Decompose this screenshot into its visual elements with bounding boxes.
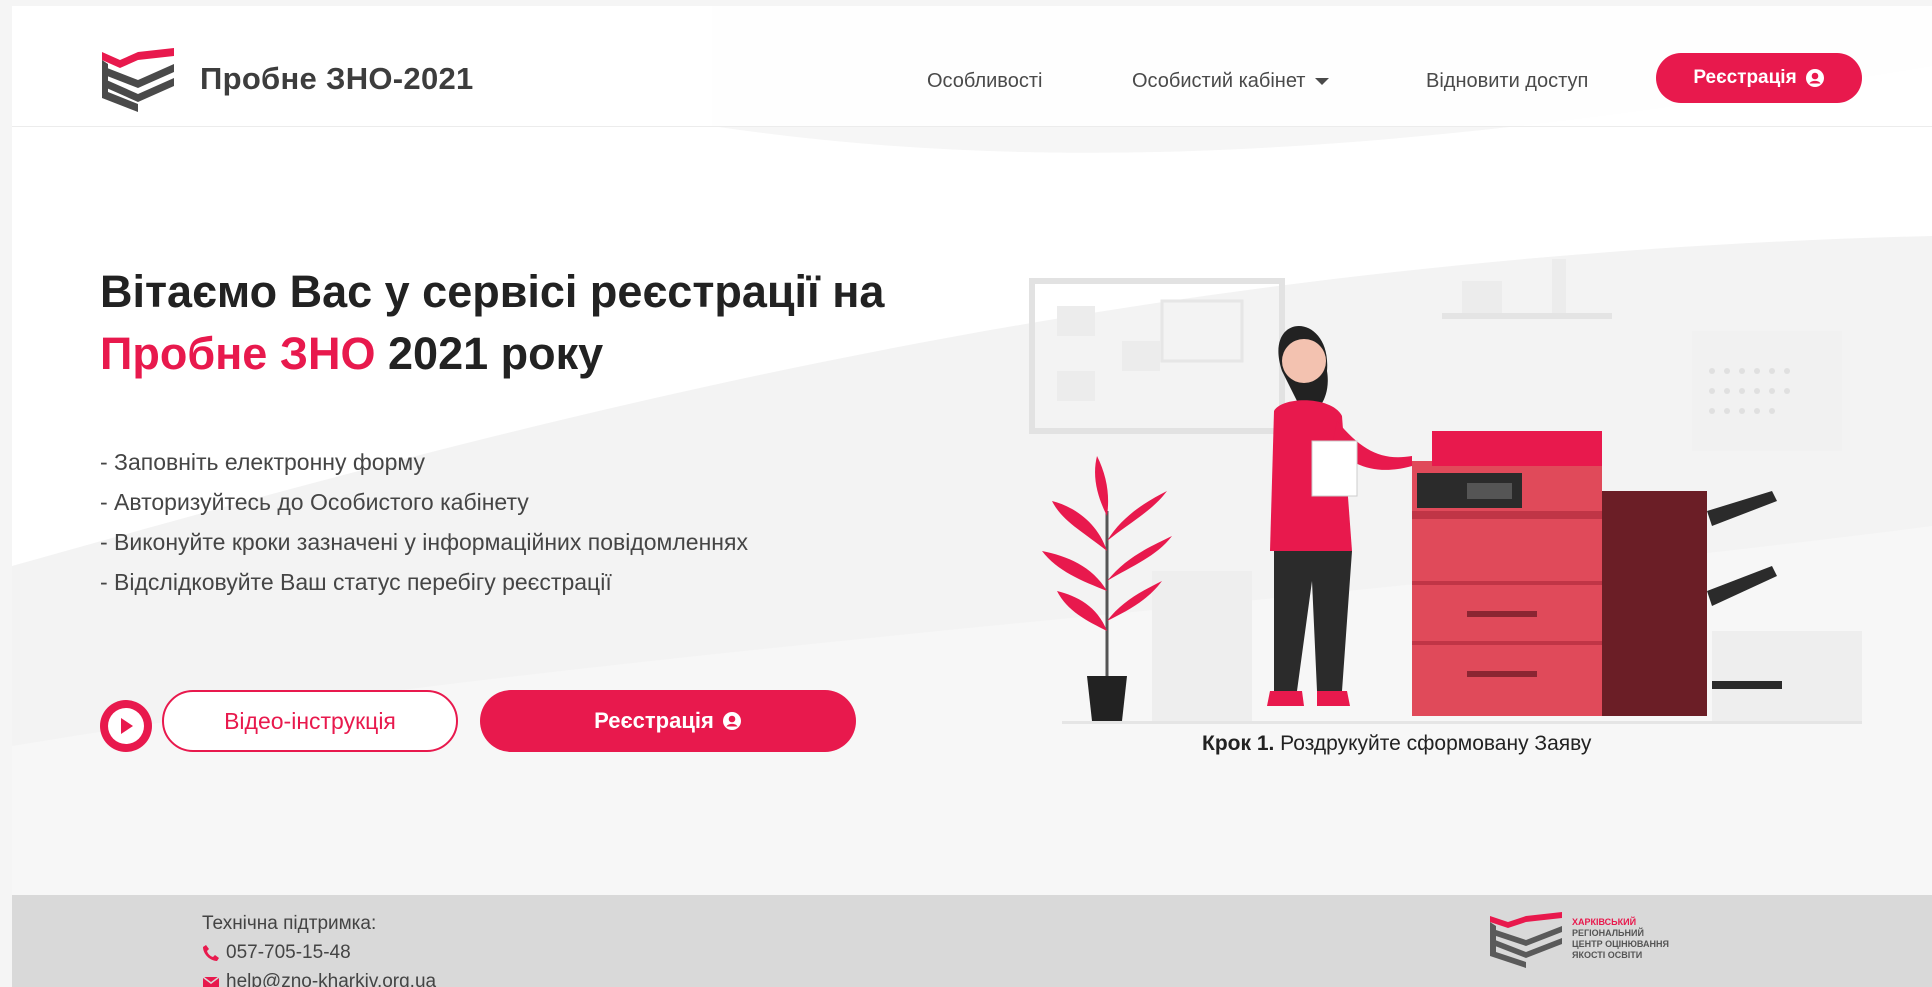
footer: Технічна підтримка: 057-705-15-48 help@z…: [12, 895, 1932, 987]
envelope-icon: [202, 975, 220, 987]
nav-cabinet-dropdown[interactable]: Особистий кабінет: [1132, 70, 1330, 93]
footer-logo[interactable]: ХАРКІВСЬКИЙ РЕГІОНАЛЬНИЙ ЦЕНТР ОЦІНЮВАНН…: [1486, 910, 1669, 968]
support-label: Технічна підтримка:: [202, 913, 377, 934]
header-register-label: Реєстрація: [1693, 67, 1797, 88]
nav-cabinet-label: Особистий кабінет: [1132, 70, 1306, 92]
list-item: - Відслідковуйте Ваш статус перебігу реє…: [100, 569, 612, 595]
hero-register-label: Реєстрація: [594, 708, 714, 733]
nav-features-link[interactable]: Особливості: [927, 70, 1042, 93]
support-email-row: help@zno-kharkiv.org.ua: [202, 967, 436, 987]
list-item: - Заповніть електронну форму: [100, 449, 425, 475]
logo-line: ХАРКІВСЬКИЙ: [1572, 917, 1637, 927]
hero-register-button[interactable]: Реєстрація: [480, 690, 856, 752]
caret-down-icon: [1315, 78, 1330, 86]
hero-title-rest: 2021 року: [375, 328, 604, 379]
play-circle: [108, 708, 144, 744]
logo-line: ЦЕНТР ОЦІНЮВАННЯ: [1572, 939, 1669, 949]
play-icon: [121, 718, 133, 734]
illustration-caption: Крок 1. Роздрукуйте сформовану Заяву: [1202, 732, 1591, 756]
support-phone-row: 057-705-15-48: [202, 938, 436, 967]
kharkiv-center-logo-icon: [1490, 912, 1562, 968]
caption-step: Крок 1.: [1202, 732, 1275, 755]
nav-restore-access-link[interactable]: Відновити доступ: [1426, 70, 1588, 93]
play-video-button[interactable]: [100, 700, 152, 752]
header-navbar: Пробне ЗНО-2021 Особливості Особистий ка…: [12, 6, 1932, 127]
support-phone[interactable]: 057-705-15-48: [226, 938, 351, 967]
book-logo-icon: [102, 48, 174, 112]
user-circle-icon: [1805, 69, 1824, 87]
site-title: Пробне ЗНО-2021: [200, 61, 474, 96]
video-instruction-button[interactable]: Відео-інструкція: [162, 690, 458, 752]
support-email[interactable]: help@zno-kharkiv.org.ua: [226, 967, 436, 987]
printer-illustration: [1029, 259, 1862, 724]
caption-text: Роздрукуйте сформовану Заяву: [1274, 732, 1592, 755]
hero-title-line1: Вітаємо Вас у сервісі реєстрації на: [100, 266, 885, 317]
list-item: - Авторизуйтесь до Особистого кабінету: [100, 489, 529, 515]
hero-title-line2: Пробне ЗНО 2021 року: [100, 323, 884, 385]
user-circle-icon: [722, 712, 741, 730]
header-register-button[interactable]: Реєстрація: [1656, 53, 1862, 103]
phone-icon: [203, 944, 219, 961]
logo-line: РЕГІОНАЛЬНИЙ: [1572, 928, 1644, 938]
footer-logo-text: ХАРКІВСЬКИЙ РЕГІОНАЛЬНИЙ ЦЕНТР ОЦІНЮВАНН…: [1572, 917, 1669, 961]
logo-line: ЯКОСТІ ОСВІТИ: [1572, 950, 1643, 960]
steps-list: - Заповніть електронну форму - Авторизуй…: [100, 442, 748, 602]
page: Пробне ЗНО-2021 Особливості Особистий ка…: [12, 6, 1932, 987]
support-info: Технічна підтримка: 057-705-15-48 help@z…: [202, 909, 436, 987]
hero-title-accent: Пробне ЗНО: [100, 328, 376, 379]
hero-title: Вітаємо Вас у сервісі реєстрації на Проб…: [100, 261, 884, 385]
list-item: - Виконуйте кроки зазначені у інформацій…: [100, 529, 748, 555]
brand[interactable]: Пробне ЗНО-2021: [98, 46, 474, 112]
